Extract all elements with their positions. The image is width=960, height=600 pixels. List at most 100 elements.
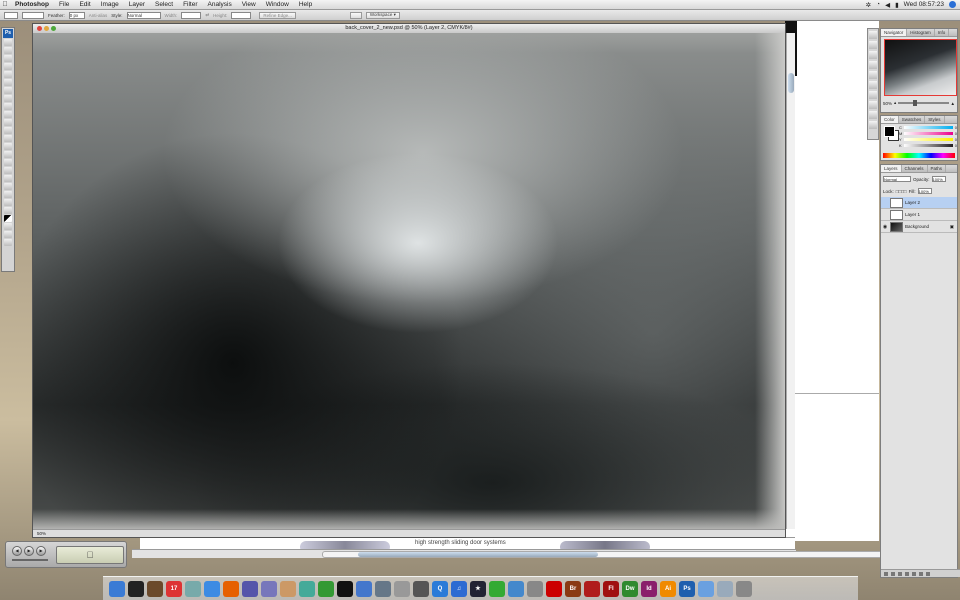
- pen-tool-icon[interactable]: [4, 151, 12, 158]
- move-tool-icon[interactable]: [4, 39, 12, 46]
- navigator-thumbnail[interactable]: [884, 39, 957, 96]
- color-channel-value[interactable]: 0: [955, 137, 957, 142]
- bluetooth-icon[interactable]: ✲: [866, 1, 871, 9]
- tab-color[interactable]: Color: [881, 116, 899, 123]
- lock-icon[interactable]: □□□□: [896, 189, 907, 194]
- info-icon[interactable]: [869, 111, 877, 119]
- zoom-slider-knob[interactable]: [913, 100, 918, 106]
- tab-paths[interactable]: Paths: [928, 165, 947, 172]
- tool-preset-picker[interactable]: [4, 11, 18, 19]
- layer-row[interactable]: Layer 2: [881, 197, 957, 209]
- horizontal-scrollbar[interactable]: [322, 551, 894, 558]
- layer-name[interactable]: Background: [905, 224, 929, 229]
- color-channel-slider[interactable]: [903, 138, 953, 141]
- menu-view[interactable]: View: [237, 1, 261, 8]
- foreground-color-swatch[interactable]: [884, 126, 895, 137]
- zoom-out-icon[interactable]: ▴: [894, 100, 896, 106]
- tool-presets-icon[interactable]: [869, 51, 877, 59]
- folder-icon[interactable]: [698, 580, 714, 597]
- books-icon[interactable]: [147, 580, 163, 597]
- color-channel-slider[interactable]: [903, 144, 953, 147]
- layer-name[interactable]: Layer 2: [905, 200, 920, 205]
- layer-row[interactable]: ◉ Background ▣: [881, 221, 957, 233]
- volume-slider[interactable]: [12, 559, 48, 561]
- apple-menu-icon[interactable]: : [0, 1, 10, 8]
- antialias-checkbox[interactable]: Anti-alias: [89, 13, 108, 18]
- scrollbar-thumb[interactable]: [788, 73, 794, 93]
- wifi-icon[interactable]: ◔: [876, 1, 880, 8]
- battery-icon[interactable]: ▮: [895, 1, 899, 9]
- opacity-input[interactable]: 100%: [931, 176, 946, 182]
- tab-navigator[interactable]: Navigator: [881, 29, 908, 36]
- marquee-tool-icon[interactable]: [4, 47, 12, 54]
- actions-icon[interactable]: [869, 41, 877, 49]
- paragraph-icon[interactable]: [869, 101, 877, 109]
- mail-icon[interactable]: [261, 580, 277, 597]
- spotlight-icon[interactable]: [949, 1, 956, 8]
- notes-tool-icon[interactable]: [4, 183, 12, 190]
- menu-filter[interactable]: Filter: [178, 1, 202, 8]
- history-icon[interactable]: [869, 31, 877, 39]
- clone-stamp-tool-icon[interactable]: [4, 103, 12, 110]
- trash-icon[interactable]: [926, 571, 930, 576]
- shape-tool-icon[interactable]: [4, 175, 12, 182]
- history-brush-tool-icon[interactable]: [4, 111, 12, 118]
- photo-icon[interactable]: [280, 580, 296, 597]
- character-icon[interactable]: [869, 91, 877, 99]
- menu-select[interactable]: Select: [150, 1, 178, 8]
- brushes-icon[interactable]: [869, 71, 877, 79]
- color-spectrum[interactable]: [883, 153, 955, 158]
- trash-icon[interactable]: [736, 580, 752, 597]
- new-layer-icon[interactable]: [919, 571, 923, 576]
- new-group-icon[interactable]: [912, 571, 916, 576]
- play-icon[interactable]: ▶: [24, 546, 34, 556]
- menu-analysis[interactable]: Analysis: [203, 1, 237, 8]
- vertical-scrollbar[interactable]: [786, 33, 795, 529]
- terminal-icon[interactable]: [337, 580, 353, 597]
- color-channel-value[interactable]: 0: [955, 131, 957, 136]
- tab-channels[interactable]: Channels: [902, 165, 928, 172]
- palette-well-icon[interactable]: [349, 11, 362, 19]
- acrobat-icon[interactable]: [546, 580, 562, 597]
- adjustment-layer-icon[interactable]: [905, 571, 909, 576]
- next-track-icon[interactable]: ▶: [36, 546, 46, 556]
- workspace-button[interactable]: Workspace ▾: [365, 11, 400, 19]
- tab-layers[interactable]: Layers: [881, 165, 902, 172]
- gradient-tool-icon[interactable]: [4, 127, 12, 134]
- zoom-in-icon[interactable]: ▲: [951, 101, 955, 106]
- tab-histogram[interactable]: Histogram: [907, 29, 935, 36]
- minimize-icon[interactable]: [44, 26, 49, 31]
- hand-tool-icon[interactable]: [4, 199, 12, 206]
- refine-edge-button[interactable]: Refine Edge...: [259, 11, 296, 19]
- indesign-icon[interactable]: Id: [641, 580, 657, 597]
- quick-mask-icon[interactable]: [4, 223, 12, 230]
- selection-mode-buttons[interactable]: [22, 11, 44, 19]
- photoshop-icon[interactable]: Ps: [679, 580, 695, 597]
- width-input[interactable]: [181, 11, 202, 19]
- menu-edit[interactable]: Edit: [74, 1, 95, 8]
- image-canvas[interactable]: [33, 33, 785, 529]
- height-input[interactable]: [231, 11, 252, 19]
- notes-icon[interactable]: [869, 121, 877, 129]
- color-channel-slider[interactable]: [904, 132, 953, 135]
- firefox-icon[interactable]: [223, 580, 239, 597]
- clone-source-icon[interactable]: [869, 81, 877, 89]
- menu-image[interactable]: Image: [96, 1, 124, 8]
- fill-input[interactable]: 100%: [917, 188, 932, 194]
- tab-info[interactable]: Info: [935, 29, 950, 36]
- healing-brush-tool-icon[interactable]: [4, 87, 12, 94]
- scrollbar-thumb[interactable]: [358, 552, 598, 557]
- type-tool-icon[interactable]: [4, 159, 12, 166]
- menu-layer[interactable]: Layer: [124, 1, 150, 8]
- path-selection-tool-icon[interactable]: [4, 167, 12, 174]
- preview-icon[interactable]: [185, 580, 201, 597]
- dashboard-icon[interactable]: [128, 580, 144, 597]
- zoom-tool-icon[interactable]: [4, 207, 12, 214]
- tab-styles[interactable]: Styles: [925, 116, 945, 123]
- link-layers-icon[interactable]: [884, 571, 888, 576]
- safari-icon[interactable]: [204, 580, 220, 597]
- eraser-tool-icon[interactable]: [4, 119, 12, 126]
- style-select[interactable]: Normal: [126, 11, 161, 19]
- close-icon[interactable]: [37, 26, 42, 31]
- volume-icon[interactable]: ◀: [885, 1, 890, 9]
